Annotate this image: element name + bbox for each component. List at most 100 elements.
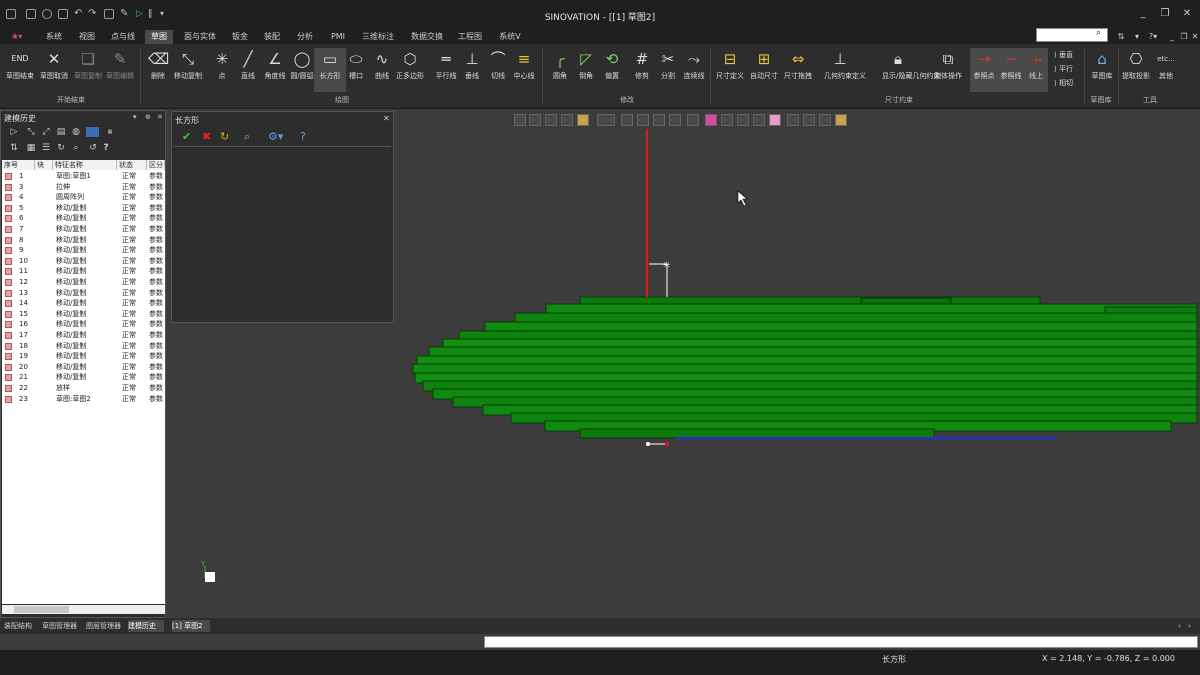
extract-projection-button[interactable]: ⎔ 提取投影 <box>1120 48 1152 92</box>
table-icon[interactable]: ▦ <box>26 143 36 153</box>
tab-system-v[interactable]: 系统V <box>494 30 526 44</box>
tab-surface-solid[interactable]: 面与实体 <box>180 30 220 44</box>
table-row[interactable]: 19 移动/复制 正常 参数 <box>2 351 165 362</box>
table-row[interactable]: 21 移动/复制 正常 参数 <box>2 372 165 383</box>
help-icon[interactable]: ? <box>101 143 111 153</box>
polygon-button[interactable]: ⬡ 正多边形 <box>394 48 426 92</box>
table-row[interactable]: 22 放样 正常 参数 <box>2 383 165 394</box>
mode-icon[interactable] <box>86 127 99 137</box>
help-icon[interactable]: ?▾ <box>1144 30 1162 44</box>
tab-layer-manager[interactable]: 图层管理器 <box>86 620 126 632</box>
tab-drawing[interactable]: 工程图 <box>454 30 486 44</box>
dialog-close-icon[interactable]: ✕ <box>383 114 390 123</box>
dropdown-icon[interactable]: ▾ <box>1130 30 1144 44</box>
auto-dim-button[interactable]: ⊞ 自动尺寸 <box>748 48 780 92</box>
ref-point-button[interactable]: ⇢ 参照点 <box>970 48 998 92</box>
tab-sketch-manager[interactable]: 草图管理器 <box>42 620 82 632</box>
dim-drag-button[interactable]: ⇔ 尺寸拖拽 <box>782 48 814 92</box>
table-row[interactable]: 8 移动/复制 正常 参数 <box>2 235 165 246</box>
table-row[interactable]: 5 移动/复制 正常 参数 <box>2 203 165 214</box>
table-row[interactable]: 20 移动/复制 正常 参数 <box>2 362 165 373</box>
table-row[interactable]: 6 移动/复制 正常 参数 <box>2 213 165 224</box>
viewport-tab[interactable]: [1] 草图2 <box>172 620 210 632</box>
pin-icon[interactable]: ⊕ <box>145 113 151 121</box>
table-row[interactable]: 17 移动/复制 正常 参数 <box>2 330 165 341</box>
table-row[interactable]: 12 移动/复制 正常 参数 <box>2 277 165 288</box>
tab-assembly-structure[interactable]: 装配结构 <box>4 620 38 632</box>
collapse-icon[interactable]: ⤢ <box>41 127 51 137</box>
continuous-line-button[interactable]: ⤳ 连续线 <box>678 48 710 92</box>
ok-icon[interactable]: ✔ <box>182 130 191 143</box>
tab-data-exchange[interactable]: 数据交换 <box>406 30 448 44</box>
app-menu-icon[interactable]: ❀▾ <box>6 30 28 44</box>
tab-3d-annotation[interactable]: 三维标注 <box>358 30 398 44</box>
geo-constraint-button[interactable]: ⊥ 几何约束定义 <box>824 48 866 92</box>
search-icon[interactable]: ⌕ <box>71 143 81 153</box>
close-button[interactable]: ✕ <box>1180 8 1194 19</box>
col-header-type[interactable]: 区分 <box>147 160 165 170</box>
sketch-lib-button[interactable]: ⌂ 草图库 <box>1086 48 1118 92</box>
tab-pmi[interactable]: PMI <box>324 30 352 44</box>
play-icon[interactable]: ▷ <box>9 127 19 137</box>
columns-icon[interactable]: ☰ <box>41 143 51 153</box>
sketch-cancel-button[interactable]: ✕ 草图取消 <box>38 48 70 92</box>
move-copy-button[interactable]: ⤡ 移动复制 <box>172 48 204 92</box>
delete-button[interactable]: ⌫ 删除 <box>142 48 174 92</box>
tab-system[interactable]: 系统 <box>40 30 68 44</box>
col-header-feature-name[interactable]: 特征名称 <box>53 160 117 170</box>
scrollbar-thumb[interactable] <box>14 606 69 613</box>
col-header-block[interactable]: 块 <box>35 160 53 170</box>
horizontal-scrollbar[interactable] <box>2 605 165 614</box>
sketch-end-button[interactable]: END 草图结束 <box>4 48 36 92</box>
tangent-constraint-item[interactable]: ⟩ 相切 <box>1054 78 1073 88</box>
table-row[interactable]: 13 移动/复制 正常 参数 <box>2 288 165 299</box>
dim-define-button[interactable]: ⊟ 尺寸定义 <box>714 48 746 92</box>
expand-icon[interactable]: ⤡ <box>26 127 36 137</box>
restore-ribbon-icon[interactable]: ❐ <box>1178 30 1190 44</box>
obj-icon[interactable]: ▦ <box>103 127 117 137</box>
command-input[interactable] <box>484 636 1198 648</box>
tab-sketch[interactable]: 草图 <box>145 30 173 44</box>
search-icon[interactable]: ⌕ <box>1096 28 1106 40</box>
refresh-icon[interactable]: ↻ <box>56 143 66 153</box>
minimize-button[interactable]: _ <box>1136 8 1150 19</box>
centerline-button[interactable]: ≡ 中心线 <box>508 48 540 92</box>
help-icon[interactable]: ? <box>300 130 306 143</box>
table-row[interactable]: 7 移动/复制 正常 参数 <box>2 224 165 235</box>
tab-scroll-right-icon[interactable]: › <box>1188 620 1196 632</box>
tab-assembly[interactable]: 装配 <box>258 30 286 44</box>
parallel-constraint-item[interactable]: ⟩ 平行 <box>1054 64 1073 74</box>
filter-icon[interactable]: ◍ <box>71 127 81 137</box>
rigid-op-button[interactable]: ⧉ 刚体操作 <box>932 48 964 92</box>
table-row[interactable]: 18 移动/复制 正常 参数 <box>2 341 165 352</box>
apply-icon[interactable]: ↻ <box>220 130 229 143</box>
sort-icon[interactable]: ⇅ <box>1114 30 1128 44</box>
tab-scroll-left-icon[interactable]: ‹ <box>1178 620 1186 632</box>
col-header-status[interactable]: 状态 <box>117 160 147 170</box>
tab-analysis[interactable]: 分析 <box>291 30 319 44</box>
tab-point-line[interactable]: 点与线 <box>106 30 140 44</box>
panel-close-icon[interactable]: ✕ <box>157 113 163 121</box>
table-row[interactable]: 3 拉伸 正常 参数 <box>2 182 165 193</box>
sketch-edit-button[interactable]: ✎ 草图编辑 <box>104 48 136 92</box>
search-icon[interactable]: ⌕ <box>244 130 250 144</box>
table-row[interactable]: 9 移动/复制 正常 参数 <box>2 245 165 256</box>
table-row[interactable]: 23 草图:草图2 正常 参数 <box>2 394 165 405</box>
table-row[interactable]: 4 圆周阵列 正常 参数 <box>2 192 165 203</box>
tab-sheetmetal[interactable]: 钣金 <box>226 30 254 44</box>
list-icon[interactable]: ▤ <box>56 127 66 137</box>
table-row[interactable]: 10 移动/复制 正常 参数 <box>2 256 165 267</box>
gear-icon[interactable]: ⚙▾ <box>268 130 283 143</box>
table-row[interactable]: 15 移动/复制 正常 参数 <box>2 309 165 320</box>
on-line-button[interactable]: ⤞ 线上 <box>1024 48 1048 92</box>
table-row[interactable]: 16 移动/复制 正常 参数 <box>2 319 165 330</box>
tab-view[interactable]: 视图 <box>73 30 101 44</box>
offset-button[interactable]: ⟲ 偏置 <box>596 48 628 92</box>
minimize-ribbon-icon[interactable]: _ <box>1166 30 1178 44</box>
tab-modeling-history[interactable]: 建模历史 <box>128 620 164 632</box>
panel-menu-icon[interactable]: ▾ <box>133 113 137 121</box>
sketch-copy-button[interactable]: ❏ 草图复制 <box>72 48 104 92</box>
table-row[interactable]: 14 移动/复制 正常 参数 <box>2 298 165 309</box>
ref-line-button[interactable]: ─ 参照线 <box>998 48 1024 92</box>
restore-button[interactable]: ❐ <box>1158 8 1172 19</box>
